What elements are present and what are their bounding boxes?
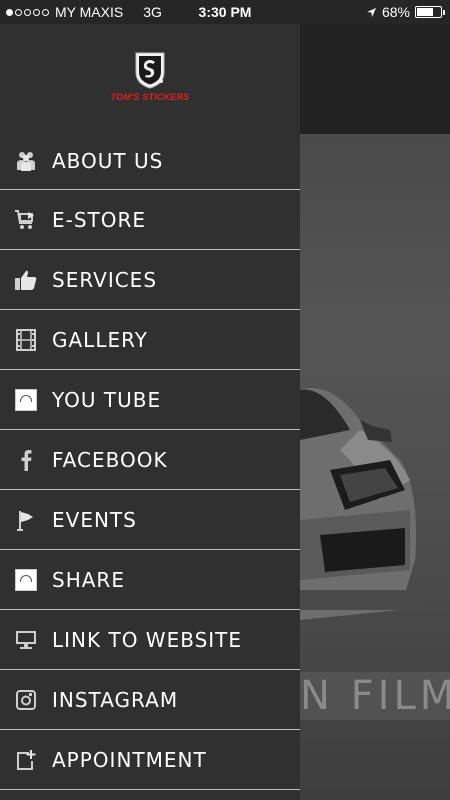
location-arrow-icon: [366, 7, 376, 17]
menu-label: GALLERY: [52, 327, 148, 352]
menu-item-services[interactable]: SERVICES: [0, 250, 300, 310]
menu-label: INSTAGRAM: [52, 687, 179, 712]
drawer-menu: ABOUT US E-STORE SERVICES GALLERY YOU TU…: [0, 132, 300, 790]
facebook-icon: [0, 430, 52, 489]
film-icon: [0, 310, 52, 369]
navigation-drawer: TOM'S STICKERS ABOUT US E-STORE SERVICES…: [0, 24, 300, 800]
menu-item-e-store[interactable]: E-STORE: [0, 190, 300, 250]
menu-item-events[interactable]: EVENTS: [0, 490, 300, 550]
menu-label: FACEBOOK: [52, 447, 168, 472]
status-bar: MY MAXIS 3G 3:30 PM 68%: [0, 0, 450, 24]
share-icon-placeholder: [15, 568, 37, 591]
flag-icon: [0, 490, 52, 549]
logo-area: TOM'S STICKERS: [0, 24, 300, 132]
menu-item-appointment[interactable]: APPOINTMENT: [0, 730, 300, 790]
menu-label: LINK TO WEBSITE: [52, 627, 243, 652]
people-icon: [0, 132, 52, 189]
monitor-icon: [0, 610, 52, 669]
menu-label: SERVICES: [52, 267, 158, 292]
youtube-icon-placeholder: [15, 388, 37, 411]
instagram-icon: [0, 670, 52, 729]
thumbs-up-icon: [0, 250, 52, 309]
menu-label: SHARE: [52, 567, 125, 592]
menu-label: APPOINTMENT: [52, 747, 207, 772]
menu-item-instagram[interactable]: INSTAGRAM: [0, 670, 300, 730]
menu-item-share[interactable]: SHARE: [0, 550, 300, 610]
battery-icon: [415, 6, 445, 18]
logo-text: TOM'S STICKERS: [110, 92, 190, 102]
youtube-icon: [0, 370, 52, 429]
toms-stickers-logo-icon: [135, 52, 165, 89]
menu-item-youtube[interactable]: YOU TUBE: [0, 370, 300, 430]
battery-level: [417, 8, 433, 16]
battery-tip: [443, 10, 445, 15]
cart-icon: [0, 190, 52, 249]
hero-banner-text: N FILM: [300, 672, 450, 720]
menu-item-gallery[interactable]: GALLERY: [0, 310, 300, 370]
calendar-plus-icon: [0, 730, 52, 789]
menu-item-facebook[interactable]: FACEBOOK: [0, 430, 300, 490]
share-icon: [0, 550, 52, 609]
status-right: 68%: [366, 4, 445, 20]
menu-item-about-us[interactable]: ABOUT US: [0, 132, 300, 190]
menu-label: E-STORE: [52, 207, 147, 232]
menu-label: ABOUT US: [52, 148, 164, 173]
menu-label: YOU TUBE: [52, 387, 162, 412]
battery-percent: 68%: [381, 4, 410, 20]
menu-item-link-to-website[interactable]: LINK TO WEBSITE: [0, 610, 300, 670]
menu-label: EVENTS: [52, 507, 137, 532]
